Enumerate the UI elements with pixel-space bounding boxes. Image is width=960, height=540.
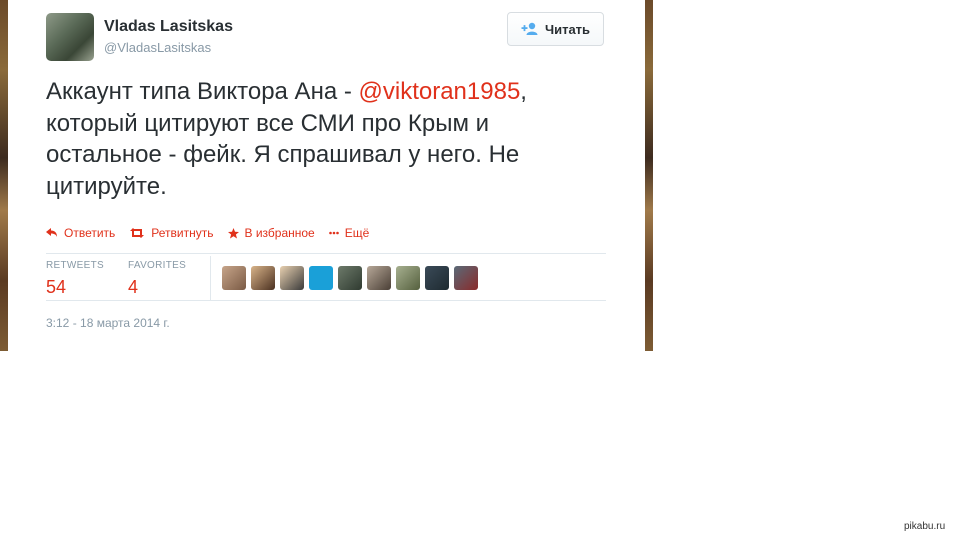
retweets-count: 54 [46,277,67,297]
retweeter-avatar[interactable] [251,266,275,290]
favorite-button[interactable]: В избранное [227,226,315,240]
watermark: pikabu.ru [904,521,946,532]
tweet-text-before: Аккаунт типа Виктора Ана - [46,78,359,105]
more-dots-icon [328,231,339,235]
tweet-actions: Ответить Ретвитнуть В избранное Ещё [46,226,369,240]
star-icon [227,227,239,239]
avatar[interactable] [46,13,94,61]
retweeter-avatar[interactable] [309,266,333,290]
retweet-button[interactable]: Ретвитнуть [129,226,214,240]
tweet-stats: RETWEETS 54 FAVORITES 4 [46,254,606,300]
retweeter-avatar[interactable] [454,266,478,290]
follow-button[interactable]: Читать [507,12,604,46]
reply-label: Ответить [64,226,116,240]
more-button[interactable]: Ещё [328,226,370,240]
background-image-right [645,0,653,351]
retweets-label: RETWEETS [46,260,104,271]
retweeter-avatar[interactable] [338,266,362,290]
favorites-label: FAVORITES [128,260,187,271]
favorite-label: В избранное [244,226,315,240]
retweeter-avatars [222,266,478,290]
retweeter-avatar[interactable] [367,266,391,290]
follow-button-label: Читать [544,21,591,37]
user-name[interactable]: Vladas Lasitskas [104,18,233,36]
background-image-left [0,0,8,351]
tweet-timestamp[interactable]: 3:12 - 18 марта 2014 г. [46,316,170,330]
retweeter-avatar[interactable] [396,266,420,290]
divider-bottom [46,300,606,301]
retweet-icon [129,228,145,238]
retweeter-avatar[interactable] [222,266,246,290]
more-label: Ещё [344,226,370,240]
reply-button[interactable]: Ответить [46,226,115,240]
retweets-stat[interactable]: RETWEETS 54 [46,254,104,298]
user-handle[interactable]: @VladasLasitskas [104,40,211,55]
favorites-stat[interactable]: FAVORITES 4 [128,254,186,298]
mention-link[interactable]: @viktoran1985 [359,78,521,105]
tweet-text: Аккаунт типа Виктора Ана - @viktoran1985… [46,76,586,202]
retweet-label: Ретвитнуть [151,226,214,240]
retweeter-avatar[interactable] [425,266,449,290]
favorites-count: 4 [128,277,139,297]
retweeter-avatar[interactable] [280,266,304,290]
stats-separator [210,256,211,300]
tweet-card: Vladas Lasitskas @VladasLasitskas Читать… [8,0,645,351]
add-user-icon [521,22,539,36]
reply-icon [46,228,58,238]
